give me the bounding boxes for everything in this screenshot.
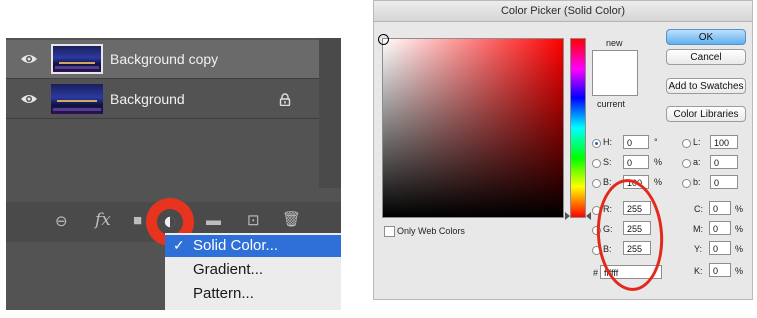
radio-lightness[interactable] [682,139,691,148]
cancel-button[interactable]: Cancel [666,49,746,65]
hue-slider[interactable] [570,38,586,218]
layer-thumbnail[interactable] [51,84,103,114]
layer-mask-icon[interactable]: ■ [133,212,142,229]
layer-row-background[interactable]: Background [6,80,319,118]
adjustment-menu: ✓ Solid Color... Gradient... Pattern... [165,233,341,310]
add-to-swatches-button[interactable]: Add to Swatches [666,78,746,94]
black-label: K: [694,266,703,276]
b-label: b: [693,177,701,187]
color-field[interactable] [378,34,564,218]
black-input[interactable]: 0 [709,263,731,277]
percent-unit: % [735,204,744,214]
b-input[interactable]: 0 [710,175,738,189]
group-layers-icon[interactable]: ▬ [206,212,221,229]
brightness-label: B: [603,177,612,187]
percent-unit: % [654,157,663,167]
checkmark-icon: ✓ [173,237,185,253]
layer-name[interactable]: Background copy [110,51,218,67]
color-libraries-button[interactable]: Color Libraries [666,106,746,122]
menu-item-label: Pattern... [193,285,254,302]
layers-panel: Background copy Background ⊖ fx ■ ▬ ⊡ 🗑 [6,38,341,310]
percent-unit: % [735,244,744,254]
a-label: a: [693,157,701,167]
hue-input[interactable]: 0 [623,135,649,149]
fx-icon[interactable]: fx [95,210,111,230]
radio-b[interactable] [682,179,691,188]
hue-slider-handle-left[interactable] [565,212,570,220]
new-label: new [606,38,623,48]
yellow-label: Y: [694,244,703,254]
half-circle-icon[interactable] [164,216,176,228]
cyan-input[interactable]: 0 [709,201,731,215]
magenta-input[interactable]: 0 [709,221,731,235]
color-picker-dialog: Color Picker (Solid Color) new current O… [373,0,753,300]
hex-label: # [593,268,599,278]
link-layers-icon[interactable]: ⊖ [55,212,68,230]
color-field-cursor[interactable] [378,34,389,45]
menu-item-label: Solid Color... [193,237,279,254]
percent-unit: % [735,224,744,234]
magenta-label: M: [693,224,703,234]
layers-scroll-track[interactable] [319,38,341,188]
radio-brightness[interactable] [592,179,601,188]
degree-unit: ° [654,137,658,147]
menu-item-label: Gradient... [193,261,264,278]
menu-item-gradient[interactable]: Gradient... [165,259,341,281]
radio-saturation[interactable] [592,159,601,168]
dialog-title: Color Picker (Solid Color) [374,1,752,22]
trash-icon[interactable]: 🗑 [282,210,301,228]
hue-label: H: [603,137,612,147]
cyan-label: C: [694,204,703,214]
a-input[interactable]: 0 [710,155,738,169]
saturation-label: S: [603,157,612,167]
layer-divider [6,78,319,79]
ok-button[interactable]: OK [666,29,746,45]
new-color-swatch [592,50,638,96]
menu-item-solid-color[interactable]: ✓ Solid Color... [165,235,341,257]
layer-row-background-copy[interactable]: Background copy [6,40,319,78]
yellow-input[interactable]: 0 [709,241,731,255]
lightness-input[interactable]: 100 [710,135,738,149]
radio-hue[interactable] [592,139,601,148]
percent-unit: % [735,266,744,276]
saturation-input[interactable]: 0 [623,155,649,169]
lightness-label: L: [693,137,701,147]
lock-icon[interactable] [279,92,291,106]
menu-item-pattern[interactable]: Pattern... [165,283,341,305]
eye-icon[interactable] [20,93,38,105]
percent-unit: % [654,177,663,187]
eye-icon[interactable] [20,53,38,65]
only-web-colors-label: Only Web Colors [397,226,465,236]
radio-a[interactable] [682,159,691,168]
only-web-colors-checkbox[interactable] [384,226,395,237]
current-label: current [597,99,626,109]
layer-name[interactable]: Background [110,91,185,107]
adjustment-layer-button[interactable] [157,209,183,235]
layer-thumbnail[interactable] [51,44,103,74]
new-layer-icon[interactable]: ⊡ [247,211,260,229]
layer-divider [6,118,319,119]
hue-slider-handle-right[interactable] [586,212,591,220]
